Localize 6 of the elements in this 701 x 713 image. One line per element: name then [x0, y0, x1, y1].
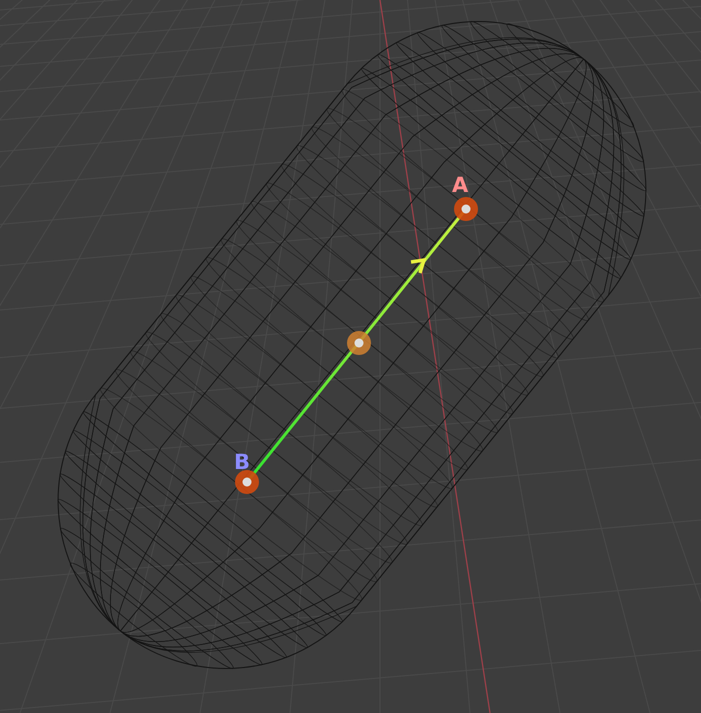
- point-label: B: [234, 450, 250, 474]
- 3d-viewport[interactable]: A B: [0, 0, 701, 713]
- midpoint-handle[interactable]: [347, 331, 371, 355]
- endpoint-handle[interactable]: [235, 470, 259, 494]
- endpoint-handle[interactable]: [454, 197, 478, 221]
- point-label: A: [452, 173, 468, 197]
